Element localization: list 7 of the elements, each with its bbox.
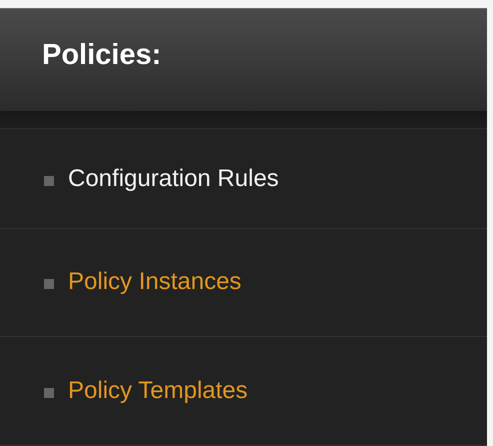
panel-title: Policies: <box>42 39 162 72</box>
menu-link[interactable]: Configuration Rules <box>68 164 279 193</box>
bullet-icon <box>44 176 54 186</box>
bullet-icon <box>44 279 54 290</box>
bullet-icon <box>44 388 54 398</box>
menu-link[interactable]: Policy Templates <box>68 376 248 405</box>
menu-link[interactable]: Policy Instances <box>68 268 242 296</box>
